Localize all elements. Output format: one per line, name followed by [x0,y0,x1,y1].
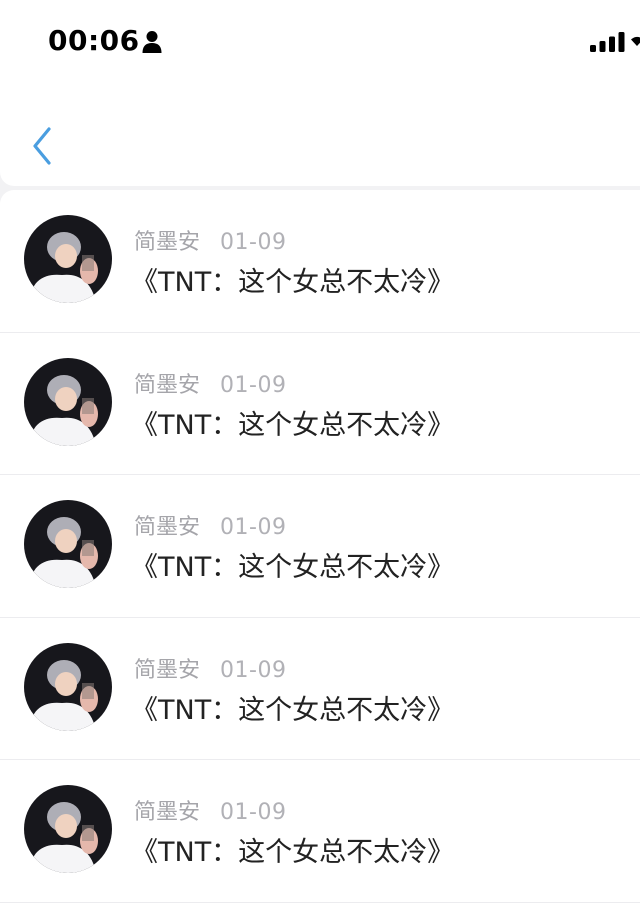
comment-date: 01-09 [220,800,287,825]
avatar-image [24,500,112,588]
avatar[interactable] [24,215,112,303]
author-name[interactable]: 简墨安 [134,794,200,826]
comment-meta: 简墨安 01-09 [134,794,287,826]
status-bar: 00:06 [0,0,640,84]
comment-date: 01-09 [220,657,287,683]
comment-text: 《TNT：这个女总不太冷》 [131,552,455,583]
list-item[interactable]: 简墨安 01-09 《TNT：这个女总不太冷》 [0,618,640,761]
comment-list: 简墨安 01-09 《TNT：这个女总不太冷》 简墨安 01-09 《TNT：这… [0,190,640,914]
author-name[interactable]: 简墨安 [134,367,200,399]
comment-text: 《TNT：这个女总不太冷》 [131,694,455,726]
cellular-signal-icon [590,32,625,52]
comment-date: 01-09 [220,230,287,255]
list-item[interactable]: 简墨安 01-09 《TNT：这个女总不太冷》 [0,760,640,903]
avatar[interactable] [24,357,112,446]
header: 00:06 [0,0,640,186]
list-item[interactable]: 简墨安 01-09 《TNT：这个女总不太冷》 [0,190,640,333]
comment-meta: 简墨安 01-09 [134,652,287,684]
avatar[interactable] [24,642,112,731]
back-button[interactable] [22,122,62,170]
comment-text: 《TNT：这个女总不太冷》 [131,837,455,868]
status-time: 00:06 [48,24,140,57]
person-icon [142,31,162,53]
comment-meta: 简墨安 01-09 [134,224,287,256]
comment-date: 01-09 [220,372,287,398]
author-name[interactable]: 简墨安 [134,509,200,541]
comment-date: 01-09 [220,515,287,540]
chevron-left-icon [33,127,51,165]
avatar-image [24,785,112,873]
author-name[interactable]: 简墨安 [134,224,200,256]
list-item[interactable]: 简墨安 01-09 《TNT：这个女总不太冷》 [0,475,640,618]
comment-meta: 简墨安 01-09 [134,509,287,541]
avatar-image [24,642,112,731]
comment-meta: 简墨安 01-09 [134,367,287,399]
avatar[interactable] [24,500,112,588]
comment-text: 《TNT：这个女总不太冷》 [131,267,455,298]
author-name[interactable]: 简墨安 [134,652,200,684]
wifi-icon [631,36,640,46]
avatar-image [24,215,112,303]
comment-text: 《TNT：这个女总不太冷》 [131,409,455,441]
avatar[interactable] [24,785,112,873]
avatar-image [24,357,112,446]
list-item[interactable]: 简墨安 01-09 《TNT：这个女总不太冷》 [0,333,640,476]
